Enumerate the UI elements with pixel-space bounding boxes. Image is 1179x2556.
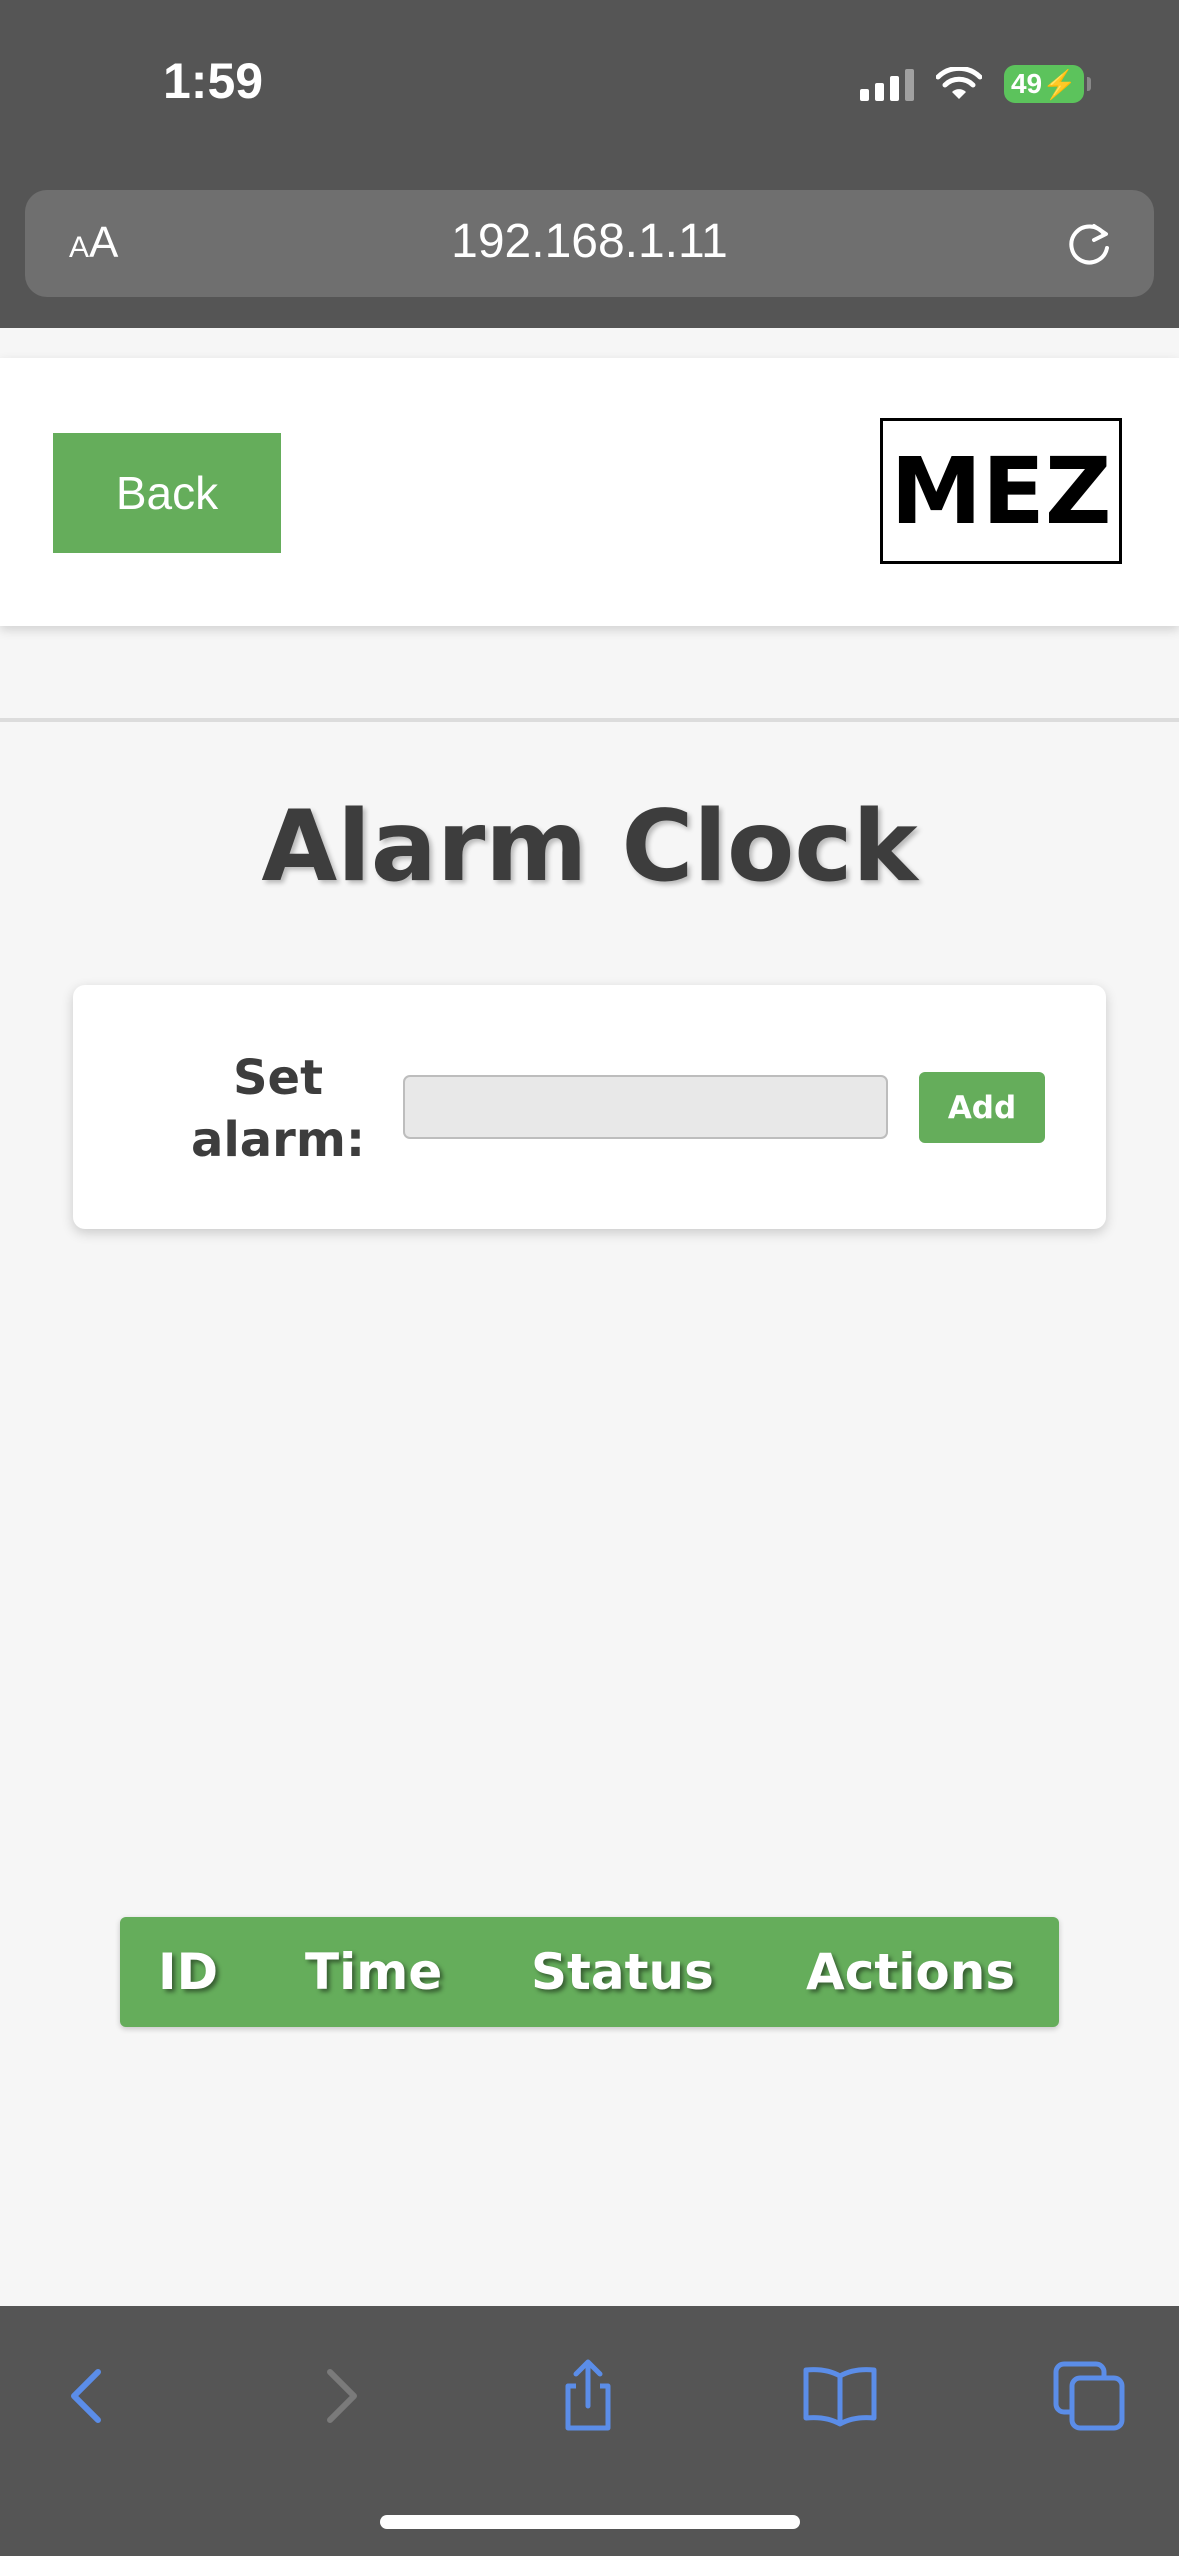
charging-bolt-icon: ⚡	[1042, 68, 1078, 100]
url-text[interactable]: 192.168.1.11	[25, 214, 1154, 269]
home-indicator	[380, 2515, 800, 2529]
column-header-actions: Actions	[806, 1943, 1016, 2001]
share-icon[interactable]	[548, 2356, 628, 2436]
status-time: 1:59	[163, 53, 264, 109]
add-alarm-button[interactable]: Add	[919, 1072, 1045, 1143]
forward-nav-icon[interactable]	[300, 2356, 380, 2436]
column-header-status: Status	[531, 1943, 714, 2001]
wifi-icon	[936, 67, 982, 99]
column-header-id: ID	[158, 1943, 219, 2001]
column-header-time: Time	[305, 1943, 443, 2001]
cellular-signal-icon	[860, 67, 914, 101]
browser-top-chrome: 1:59 49 ⚡ AA 192.168.1.11	[0, 0, 1179, 328]
reload-icon[interactable]	[1064, 218, 1116, 270]
divider	[0, 718, 1179, 722]
page-title: Alarm Clock	[261, 790, 918, 904]
address-bar[interactable]: AA 192.168.1.11	[25, 190, 1154, 297]
bookmarks-icon[interactable]	[800, 2356, 880, 2436]
back-button[interactable]: Back	[53, 433, 281, 553]
back-nav-icon[interactable]	[48, 2356, 128, 2436]
tabs-icon[interactable]	[1050, 2356, 1130, 2436]
alarm-time-input[interactable]	[403, 1075, 888, 1139]
set-alarm-label: Set alarm:	[190, 1050, 366, 1168]
status-icons: 49 ⚡	[860, 65, 1091, 103]
battery-level: 49	[1010, 68, 1043, 99]
battery-icon: 49 ⚡	[1004, 65, 1091, 103]
page-header: Back MEZ	[0, 358, 1179, 626]
logo: MEZ	[880, 418, 1122, 564]
alarm-table-header: ID Time Status Actions	[120, 1917, 1059, 2027]
set-alarm-card: Set alarm: Add	[73, 985, 1106, 1229]
